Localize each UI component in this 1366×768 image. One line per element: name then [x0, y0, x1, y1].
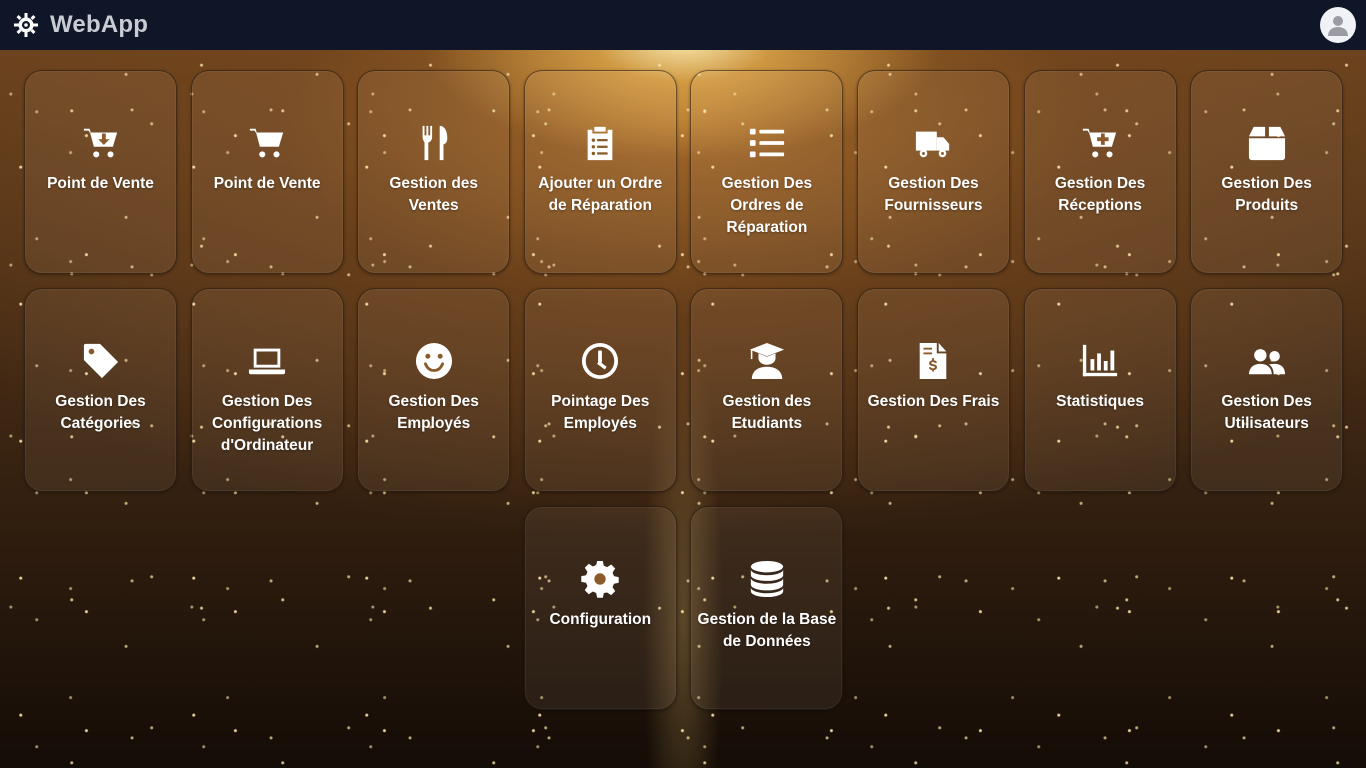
- tile-label: Gestion Des Fournisseurs: [884, 175, 983, 214]
- tile-point-de-vente-1[interactable]: Point de Vente: [24, 70, 177, 274]
- tile-label: Gestion Des Produits: [1221, 175, 1312, 214]
- tile-label: Pointage Des Employés: [551, 393, 650, 432]
- tag-icon: [81, 341, 121, 381]
- tile-label: Gestion Des Utilisateurs: [1221, 393, 1312, 432]
- top-navbar: WebApp: [0, 0, 1366, 50]
- tile-point-de-vente-2[interactable]: Point de Vente: [190, 70, 344, 274]
- utensils-icon: [414, 123, 454, 163]
- chart-bar-icon: [1080, 341, 1120, 381]
- tile-label: Gestion Des Réceptions: [1054, 175, 1146, 214]
- truck-icon: [913, 123, 953, 163]
- graduate-icon: [747, 341, 787, 381]
- tile-label: Gestion Des Catégories: [55, 393, 146, 432]
- tile-gestion-produits[interactable]: Gestion Des Produits: [1190, 70, 1344, 274]
- tile-label: Gestion de la Base de Données: [697, 611, 837, 650]
- tile-label: Gestion Des Ordres de Réparation: [721, 175, 813, 236]
- tile-label: Point de Vente: [213, 175, 321, 192]
- tile-gestion-configurations-ordinateur[interactable]: Gestion Des Configurations d'Ordinateur: [190, 288, 344, 492]
- shopping-cart-icon: [247, 123, 287, 163]
- tile-gestion-employes[interactable]: Gestion Des Employés: [357, 288, 511, 492]
- tile-gestion-ordres-reparation[interactable]: Gestion Des Ordres de Réparation: [690, 70, 844, 274]
- tile-gestion-ventes[interactable]: Gestion des Ventes: [357, 70, 511, 274]
- tile-label: Statistiques: [1056, 393, 1144, 410]
- tile-label: Gestion des Etudiants: [722, 393, 812, 432]
- tile-gestion-fournisseurs[interactable]: Gestion Des Fournisseurs: [856, 70, 1010, 274]
- user-icon: [1328, 16, 1348, 36]
- users-icon: [1247, 341, 1287, 381]
- tile-ajouter-ordre-reparation[interactable]: Ajouter un Ordre de Réparation: [523, 70, 677, 274]
- tile-label: Gestion Des Employés: [388, 393, 479, 432]
- tile-gestion-utilisateurs[interactable]: Gestion Des Utilisateurs: [1190, 288, 1344, 492]
- tile-label: Configuration: [549, 611, 652, 628]
- cog-icon: [580, 559, 620, 599]
- tile-gestion-etudiants[interactable]: Gestion des Etudiants: [690, 288, 844, 492]
- brand-link[interactable]: WebApp: [12, 11, 148, 39]
- clock-icon: [580, 341, 620, 381]
- tile-label: Gestion des Ventes: [389, 175, 479, 214]
- laptop-icon: [247, 341, 287, 381]
- tile-label: Gestion Des Configurations d'Ordinateur: [211, 393, 323, 454]
- tile-gestion-categories[interactable]: Gestion Des Catégories: [24, 288, 177, 492]
- tile-gestion-frais[interactable]: Gestion Des Frais: [856, 288, 1010, 492]
- tile-label: Ajouter un Ordre de Réparation: [538, 175, 663, 214]
- invoice-dollar-icon: [913, 341, 953, 381]
- cart-plus-icon: [1080, 123, 1120, 163]
- tile-statistiques[interactable]: Statistiques: [1023, 288, 1177, 492]
- clipboard-list-icon: [580, 123, 620, 163]
- gear-chip-icon: [14, 13, 38, 37]
- tile-label: Point de Vente: [47, 175, 154, 192]
- database-icon: [747, 559, 787, 599]
- app-name: WebApp: [50, 11, 149, 38]
- tile-gestion-receptions[interactable]: Gestion Des Réceptions: [1023, 70, 1177, 274]
- module-grid: Point de Vente Point de Vente Gestion de…: [24, 70, 1344, 710]
- cart-arrow-down-icon: [81, 123, 121, 163]
- list-icon: [747, 123, 787, 163]
- tile-label: Gestion Des Frais: [867, 393, 1000, 410]
- smile-icon: [414, 341, 454, 381]
- user-avatar-button[interactable]: [1320, 7, 1356, 43]
- tile-configuration[interactable]: Configuration: [523, 506, 677, 710]
- tile-gestion-base-donnees[interactable]: Gestion de la Base de Données: [690, 506, 844, 710]
- box-icon: [1247, 123, 1287, 163]
- tile-pointage-employes[interactable]: Pointage Des Employés: [523, 288, 677, 492]
